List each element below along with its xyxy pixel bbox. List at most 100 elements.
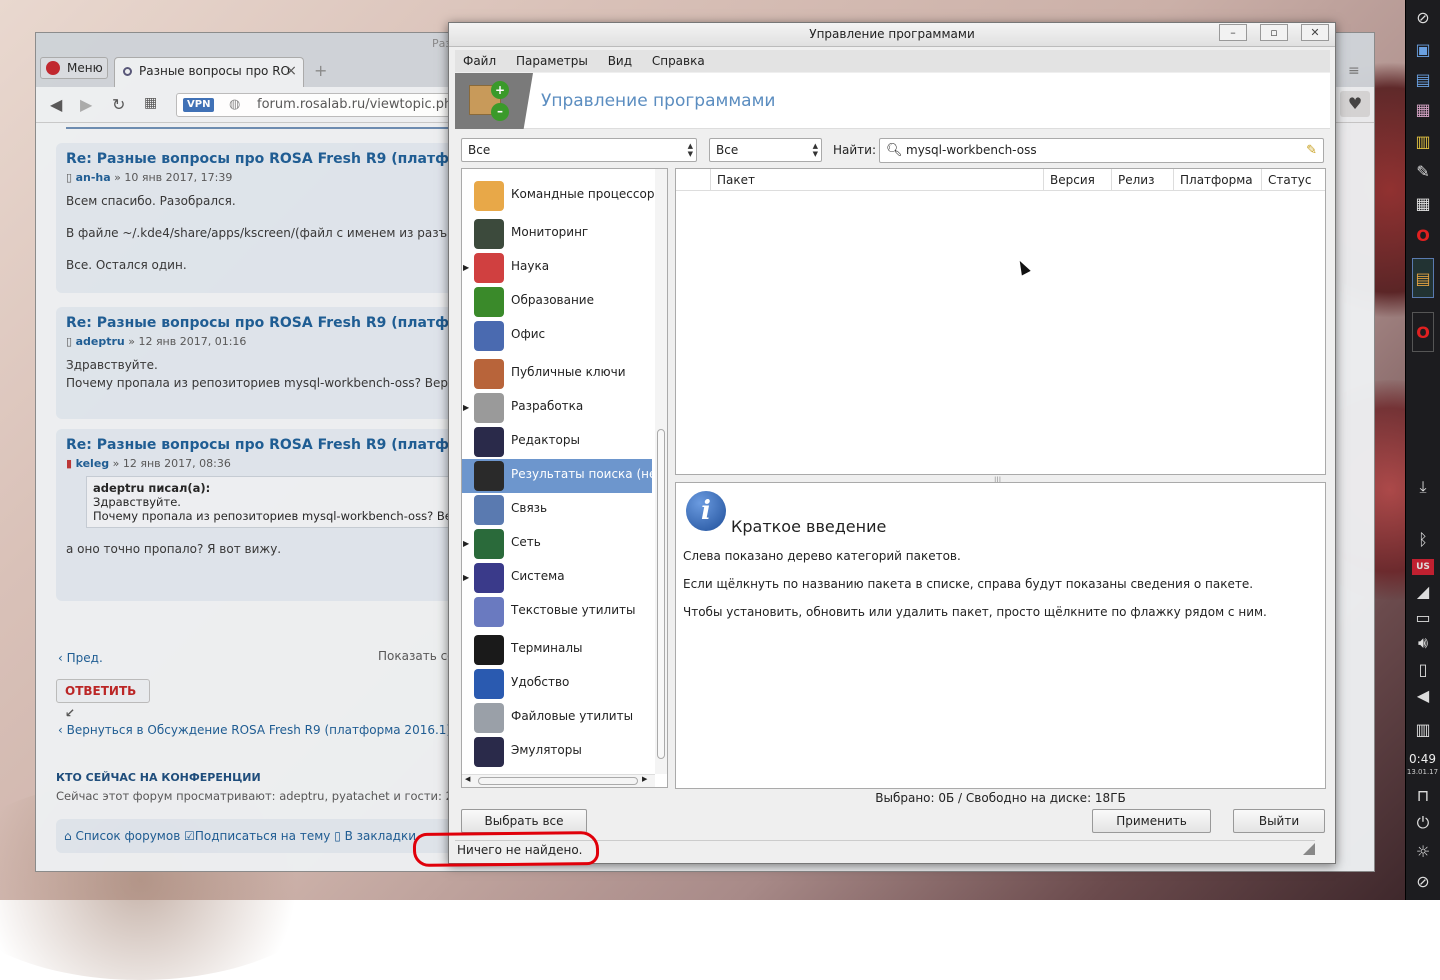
address-bar[interactable]: VPN ◍ forum.rosalab.ru/viewtopic.php: [176, 93, 476, 117]
reply-button[interactable]: ОТВЕТИТЬ ↙: [56, 679, 150, 720]
tree-item[interactable]: ▶ Разработка: [462, 391, 652, 425]
document-icon[interactable]: ▦: [1412, 98, 1434, 120]
tree-item[interactable]: Эмуляторы: [462, 735, 652, 769]
category-filter-select[interactable]: Все ▲ ▼: [461, 138, 697, 162]
back-icon[interactable]: ◀: [50, 95, 62, 114]
launcher-icon[interactable]: ⊘: [1412, 6, 1434, 28]
maximize-button[interactable]: ▫: [1260, 24, 1288, 41]
tree-item[interactable]: ▶ Система: [462, 561, 652, 595]
tree-item[interactable]: Результаты поиска (нет): [462, 459, 667, 493]
prev-link[interactable]: ‹ Пред.: [58, 651, 103, 665]
tree-item[interactable]: Образование: [462, 285, 652, 319]
expand-arrow-icon[interactable]: ▶: [463, 263, 469, 272]
menu-view[interactable]: Вид: [600, 50, 640, 72]
archive-icon[interactable]: ▥: [1412, 130, 1434, 152]
scrollbar-thumb[interactable]: [478, 777, 638, 785]
network-icon[interactable]: ◢: [1412, 580, 1434, 602]
trash-icon[interactable]: ▥: [1412, 718, 1434, 740]
power-icon[interactable]: ⏻: [1412, 812, 1434, 834]
tree-item[interactable]: Публичные ключи: [462, 357, 652, 391]
heart-icon[interactable]: ♥: [1340, 91, 1370, 117]
tree-item[interactable]: Офис: [462, 319, 652, 353]
expand-arrow-icon[interactable]: ▶: [463, 539, 469, 548]
column-platform[interactable]: Платформа: [1173, 169, 1261, 191]
scrollbar-thumb[interactable]: [657, 429, 665, 759]
show-sort-label[interactable]: Показать со: [378, 649, 455, 663]
tree-item[interactable]: Терминалы: [462, 633, 652, 667]
opera-task-icon[interactable]: O: [1412, 312, 1434, 352]
download-icon[interactable]: ⤓: [1412, 476, 1434, 498]
apply-button[interactable]: Применить: [1092, 809, 1211, 833]
column-status[interactable]: Статус: [1261, 169, 1325, 191]
launcher-icon-bottom[interactable]: ⊘: [1412, 870, 1434, 892]
menu-icon[interactable]: ≡: [1348, 63, 1360, 79]
bookmark-link[interactable]: В закладки: [345, 829, 416, 843]
tree-item[interactable]: ▶ Сеть: [462, 527, 652, 561]
package-manager-task-icon[interactable]: ▤: [1412, 258, 1434, 298]
tree-item[interactable]: Мониторинг: [462, 217, 652, 251]
column-release[interactable]: Релиз: [1111, 169, 1173, 191]
forward-icon[interactable]: ▶: [80, 95, 92, 114]
menu-file[interactable]: Файл: [455, 50, 504, 72]
select-all-button[interactable]: Выбрать все: [461, 809, 587, 833]
package-list[interactable]: Пакет Версия Релиз Платформа Статус: [675, 168, 1326, 475]
speed-dial-icon[interactable]: ▦: [144, 95, 157, 111]
clipboard-icon[interactable]: ▯: [1412, 658, 1434, 680]
tree-item[interactable]: Файловые утилиты: [462, 701, 652, 735]
menu-help[interactable]: Справка: [644, 50, 713, 72]
tree-item[interactable]: Связь: [462, 493, 652, 527]
browser-tab[interactable]: Разные вопросы про RO ×: [114, 57, 304, 87]
post-title[interactable]: Re: Разные вопросы про ROSA Fresh R9 (пл…: [66, 315, 476, 331]
desktop-icon[interactable]: ▣: [1412, 38, 1434, 60]
tree-vertical-scrollbar[interactable]: [655, 169, 667, 774]
tree-item[interactable]: Удобство: [462, 667, 652, 701]
folder-icon[interactable]: ▤: [1412, 68, 1434, 90]
column-package[interactable]: Пакет: [710, 169, 1043, 191]
volume-icon[interactable]: 🔊︎: [1412, 632, 1434, 654]
browser-menu-button[interactable]: Меню: [40, 57, 108, 79]
tree-item[interactable]: Текстовые утилиты: [462, 595, 652, 629]
post-author[interactable]: keleg: [76, 457, 110, 470]
tree-item[interactable]: Редакторы: [462, 425, 652, 459]
search-input[interactable]: 🔍︎ mysql-workbench-oss ✎: [879, 138, 1324, 163]
subscribe-link[interactable]: Подписаться на тему: [195, 829, 331, 843]
scroll-right-icon[interactable]: ▶: [642, 775, 647, 783]
tree-horizontal-scrollbar[interactable]: ◀ ▶: [462, 774, 655, 787]
post-author[interactable]: adeptru: [76, 335, 125, 348]
vpn-badge[interactable]: VPN: [183, 98, 215, 112]
menu-options[interactable]: Параметры: [508, 50, 596, 72]
resize-grip-icon[interactable]: [1303, 843, 1315, 855]
forum-list-link[interactable]: Список форумов: [75, 829, 180, 843]
clear-broom-icon[interactable]: ✎: [1306, 139, 1317, 162]
lock-icon[interactable]: ⊓: [1412, 784, 1434, 806]
post-title[interactable]: Re: Разные вопросы про ROSA Fresh R9 (пл…: [66, 437, 476, 453]
post-author[interactable]: an-ha: [76, 171, 111, 184]
reload-icon[interactable]: ↻: [112, 95, 125, 114]
tree-item[interactable]: Командные процессоры: [462, 179, 664, 213]
tree-item[interactable]: ▶ Наука: [462, 251, 652, 285]
category-tree[interactable]: Командные процессоры Мониторинг ▶ Наука Обра…: [461, 168, 668, 788]
language-indicator[interactable]: US: [1412, 559, 1434, 575]
site-info-icon[interactable]: ◍: [229, 94, 240, 116]
minimize-button[interactable]: –: [1219, 24, 1247, 41]
column-checkbox[interactable]: [676, 169, 710, 191]
status-filter-select[interactable]: Все ▲ ▼: [709, 138, 822, 162]
scroll-left-icon[interactable]: ◀: [465, 775, 470, 783]
quit-button[interactable]: Выйти: [1233, 809, 1325, 833]
new-tab-button[interactable]: +: [314, 61, 327, 80]
brightness-icon[interactable]: ☼: [1412, 840, 1434, 862]
bluetooth-icon[interactable]: ᛒ: [1412, 528, 1434, 550]
post-title[interactable]: Re: Разные вопросы про ROSA Fresh R9 (пл…: [66, 151, 476, 167]
tab-close-icon[interactable]: ×: [285, 58, 297, 84]
collapse-icon[interactable]: ◀: [1412, 684, 1434, 706]
battery-icon[interactable]: ▭: [1412, 606, 1434, 628]
expand-arrow-icon[interactable]: ▶: [463, 573, 469, 582]
opera-icon[interactable]: O: [1412, 224, 1434, 246]
clock-time[interactable]: 0:49: [1405, 752, 1440, 766]
column-version[interactable]: Версия: [1043, 169, 1111, 191]
expand-arrow-icon[interactable]: ▶: [463, 403, 469, 412]
calculator-icon[interactable]: ▦: [1412, 192, 1434, 214]
back-to-forum-link[interactable]: ‹ Вернуться в Обсуждение ROSA Fresh R9 (…: [58, 723, 451, 737]
close-button[interactable]: ✕: [1301, 24, 1329, 41]
editor-icon[interactable]: ✎: [1412, 160, 1434, 182]
